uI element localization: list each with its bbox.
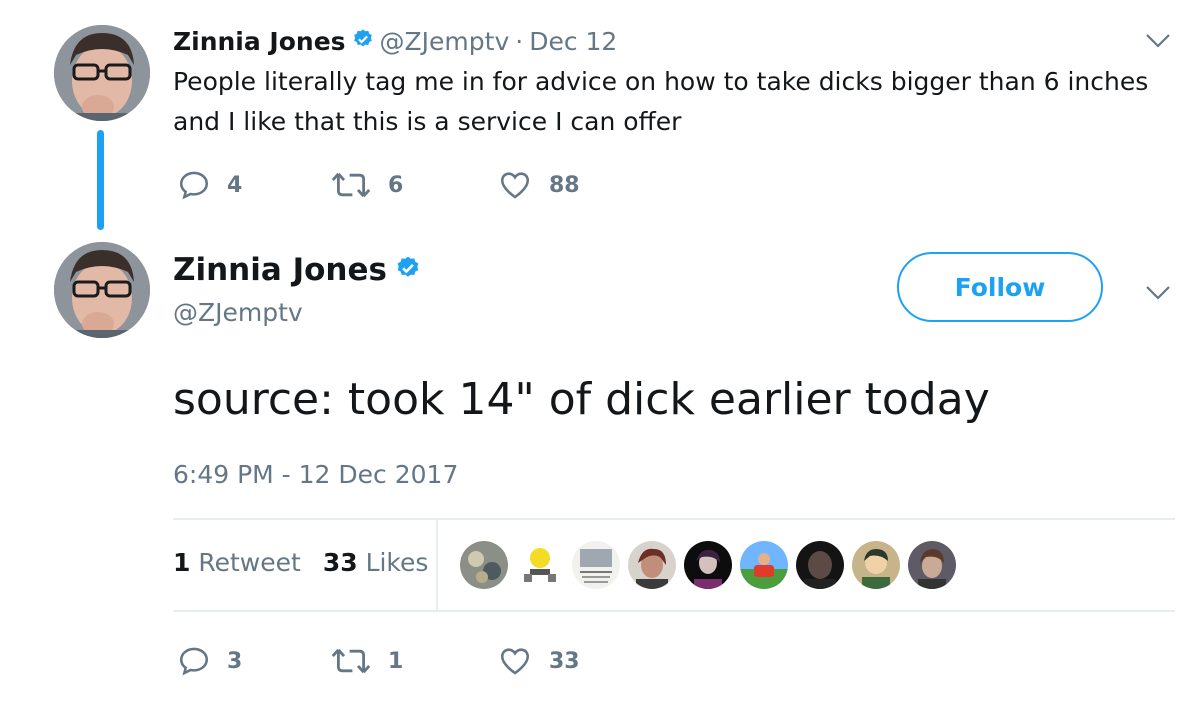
liker-avatar[interactable] [908, 541, 956, 589]
reply-count: 4 [227, 172, 243, 198]
retweet-icon [331, 648, 371, 674]
liker-avatar[interactable] [628, 541, 676, 589]
like-icon [500, 172, 530, 199]
liker-avatar[interactable] [572, 541, 620, 589]
likes-stat[interactable]: 33 Likes [323, 548, 429, 577]
tweet-timestamp[interactable]: 6:49 PM - 12 Dec 2017 [173, 460, 458, 489]
reply-count: 3 [227, 648, 243, 674]
retweet-button[interactable]: 6 [330, 168, 403, 202]
divider [173, 610, 1175, 612]
liker-avatar[interactable] [852, 541, 900, 589]
tweet-header: Zinnia Jones [173, 248, 421, 292]
retweet-button[interactable]: 1 [330, 644, 403, 678]
like-count: 33 [549, 648, 580, 674]
likes-stat-label: Likes [365, 548, 429, 577]
liker-avatar[interactable] [460, 541, 508, 589]
thread-line [97, 130, 104, 230]
reply-icon [179, 647, 209, 676]
tweet-text-line: People literally tag me in for advice on… [173, 67, 1149, 96]
author-name[interactable]: Zinnia Jones [173, 27, 346, 56]
avatar[interactable] [54, 242, 150, 338]
follow-button[interactable]: Follow [897, 252, 1103, 322]
liker-avatar[interactable] [516, 541, 564, 589]
retweet-stat[interactable]: 1 Retweet [173, 548, 301, 577]
reply-button[interactable]: 4 [177, 168, 242, 202]
tweet-text-line: and I like that this is a service I can … [173, 107, 682, 136]
liker-avatars [460, 541, 956, 589]
divider [436, 520, 438, 611]
reply-button[interactable]: 3 [177, 644, 242, 678]
retweet-count: 1 [388, 648, 404, 674]
reply-icon [179, 171, 209, 200]
chevron-down-icon[interactable] [1145, 32, 1171, 54]
author-handle[interactable]: @ZJemptv [173, 298, 303, 327]
like-count: 88 [549, 172, 580, 198]
likes-stat-count: 33 [322, 548, 358, 577]
retweet-count: 6 [388, 172, 404, 198]
chevron-down-icon[interactable] [1145, 284, 1171, 306]
liker-avatar[interactable] [684, 541, 732, 589]
tweet-stats: 1 Retweet 33 Likes [173, 548, 428, 577]
retweet-stat-label: Retweet [198, 548, 301, 577]
verified-badge-icon [352, 27, 374, 56]
tweet-text: People literally tag me in for advice on… [173, 62, 1163, 142]
avatar[interactable] [54, 25, 150, 121]
verified-badge-icon [395, 255, 421, 285]
tweet-text: source: took 14" of dick earlier today [173, 374, 990, 425]
author-name[interactable]: Zinnia Jones [173, 252, 387, 288]
retweet-stat-count: 1 [173, 548, 191, 577]
divider [173, 518, 1175, 520]
liker-avatar[interactable] [796, 541, 844, 589]
like-button[interactable]: 88 [497, 168, 580, 202]
like-button[interactable]: 33 [497, 644, 580, 678]
author-handle[interactable]: @ZJemptv [380, 27, 510, 56]
tweet-date[interactable]: Dec 12 [529, 27, 617, 56]
separator: · [515, 26, 524, 56]
like-icon [500, 648, 530, 675]
tweet-header: Zinnia Jones @ZJemptv · Dec 12 [173, 22, 617, 60]
retweet-icon [331, 172, 371, 198]
liker-avatar[interactable] [740, 541, 788, 589]
